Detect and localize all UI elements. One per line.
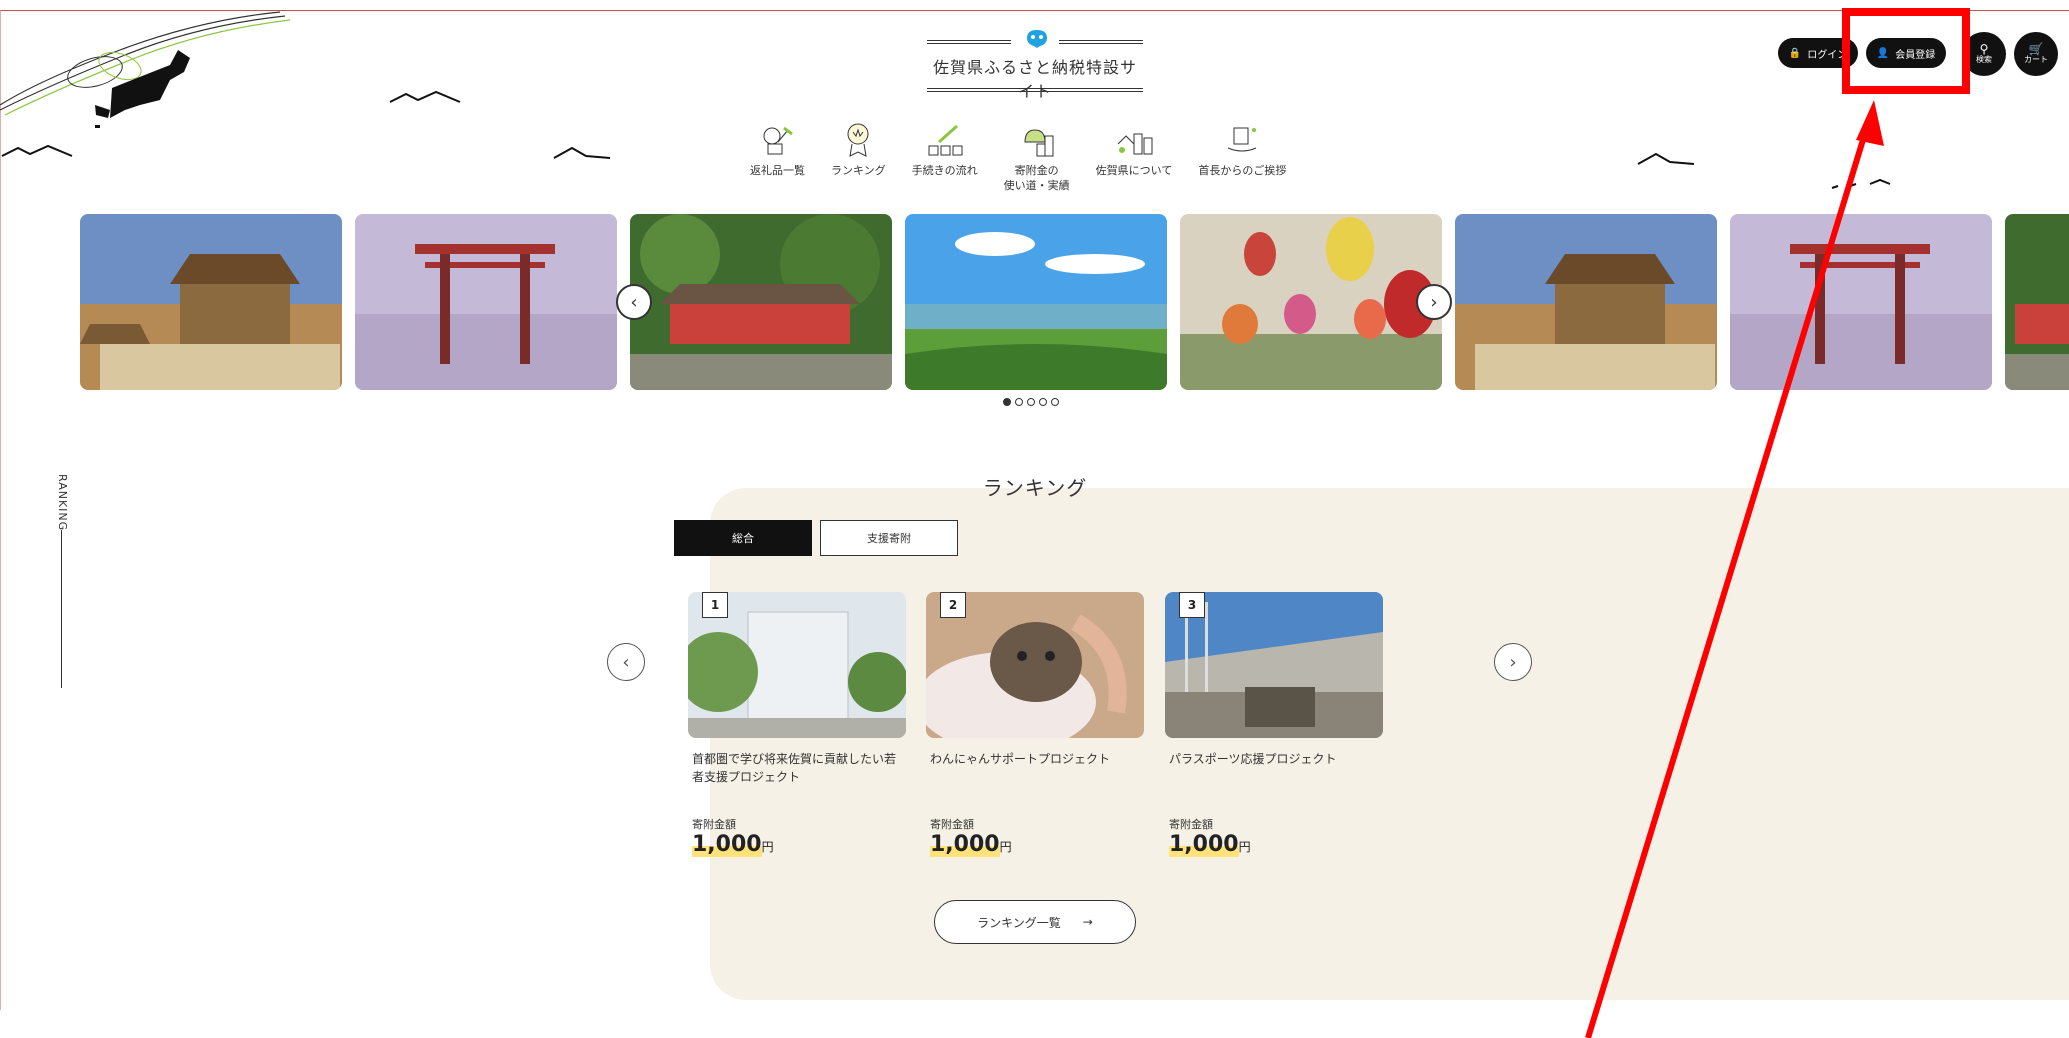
slide-castle-2[interactable]: [1455, 214, 1717, 390]
amount-value: 1,000円: [926, 832, 1144, 857]
slide-torii[interactable]: [355, 214, 617, 390]
chevron-left-icon: ‹: [630, 291, 638, 313]
amount-number: 1,000: [1169, 832, 1239, 857]
card-thumbnail[interactable]: 3: [1165, 592, 1383, 738]
nav-item-about-saga[interactable]: 佐賀県について: [1095, 120, 1173, 194]
nav-item-procedure[interactable]: 手続きの流れ: [912, 120, 978, 194]
mountain-deco-4: [1637, 152, 1695, 165]
ranking-card[interactable]: 2 わんにゃんサポートプロジェクト 寄附金額 1,000円: [926, 592, 1144, 857]
mascot-icon: [1027, 30, 1047, 48]
title-line-top-right-2: [1059, 43, 1143, 44]
chevron-left-icon: ‹: [622, 651, 630, 673]
title-line-top-left-2: [927, 43, 1011, 44]
lock-icon: 🔒: [1788, 47, 1802, 59]
nav-item-gifts[interactable]: 返礼品一覧: [750, 120, 805, 194]
nav-label-ranking: ランキング: [831, 164, 886, 177]
tab-support-donation[interactable]: 支援寄附: [820, 520, 958, 556]
card-title[interactable]: パラスポーツ応援プロジェクト: [1165, 750, 1383, 790]
ranking-card[interactable]: 1 首都圏で学び将来佐賀に貢献したい若者支援プロジェクト 寄附金額 1,000円: [688, 592, 906, 857]
ranking-next-button[interactable]: ›: [1494, 643, 1532, 681]
nav-item-donation-use[interactable]: 寄附金の 使い道・実績: [1004, 120, 1070, 194]
carousel-prev-button[interactable]: ‹: [616, 284, 652, 320]
ranking-panel: [710, 488, 2069, 1000]
ranking-list-button[interactable]: ランキング一覧 →: [934, 900, 1136, 944]
chevron-right-icon: ›: [1509, 651, 1517, 673]
amount-unit: 円: [999, 840, 1012, 854]
town-icon: [1117, 133, 1153, 155]
nav-label-gifts: 返礼品一覧: [750, 164, 805, 177]
cart-button[interactable]: 🛒 カート: [2014, 32, 2058, 76]
amount-unit: 円: [761, 840, 774, 854]
mountain-deco-3: [553, 146, 611, 159]
amount-number: 1,000: [692, 832, 762, 857]
gift-icon: [763, 126, 793, 155]
carousel-dot[interactable]: [1039, 398, 1047, 406]
carousel-dots: [1003, 398, 1059, 406]
site-title-block[interactable]: 佐賀県ふるさと納税特設サイト: [925, 28, 1145, 101]
amount-value: 1,000円: [1165, 832, 1383, 857]
ranking-icon: [847, 123, 869, 157]
slide-torii-2[interactable]: [1730, 214, 1992, 390]
search-label: 検索: [1976, 55, 1992, 65]
card-thumbnail[interactable]: 1: [688, 592, 906, 738]
annotation-highlight-box: [1842, 8, 1970, 94]
carousel-dot[interactable]: [1015, 398, 1023, 406]
cart-label: カート: [2024, 55, 2048, 65]
ranking-list-label: ランキング一覧: [977, 915, 1061, 930]
main-nav: 返礼品一覧 ランキング 手続きの流れ 寄附金の 使い道・実績 佐賀県について 首…: [750, 120, 1286, 194]
rank-badge: 2: [940, 592, 966, 618]
slide-balloons[interactable]: [1180, 214, 1442, 390]
carousel-dot[interactable]: [1027, 398, 1035, 406]
amount-label: 寄附金額: [692, 818, 736, 831]
building-hands-icon: [1228, 127, 1257, 152]
ranking-side-line: [61, 530, 62, 688]
rank-badge: 3: [1179, 592, 1205, 618]
slide-landscape[interactable]: [905, 214, 1167, 390]
arrow-right-icon: →: [1082, 915, 1093, 929]
amount-number: 1,000: [930, 832, 1000, 857]
chevron-right-icon: ›: [1430, 291, 1438, 313]
nav-item-ranking[interactable]: ランキング: [831, 120, 886, 194]
title-line-bottom: [927, 88, 1143, 89]
title-line-bottom-2: [927, 91, 1143, 92]
nav-label-donation-use: 寄附金の 使い道・実績: [1003, 164, 1070, 192]
mountain-deco-5: [1831, 178, 1891, 189]
card-thumbnail[interactable]: 2: [926, 592, 1144, 738]
nav-item-greeting[interactable]: 首長からのご挨拶: [1198, 120, 1286, 194]
rank-badge: 1: [702, 592, 728, 618]
ranking-card[interactable]: 3 パラスポーツ応援プロジェクト 寄附金額 1,000円: [1165, 592, 1383, 857]
money-bag-icon: [1024, 129, 1054, 157]
hero-carousel: ‹ ›: [80, 214, 2069, 390]
slide-shrine-2[interactable]: [2005, 214, 2069, 390]
slide-shrine[interactable]: [630, 214, 892, 390]
mountain-deco-2: [389, 90, 461, 103]
carousel-next-button[interactable]: ›: [1416, 284, 1452, 320]
nav-label-about-saga: 佐賀県について: [1095, 164, 1173, 177]
amount-label: 寄附金額: [1169, 818, 1213, 831]
ranking-prev-button[interactable]: ‹: [607, 643, 645, 681]
mountain-deco-1: [1, 144, 73, 157]
carousel-dot[interactable]: [1003, 398, 1011, 406]
procedure-icon: [928, 124, 963, 156]
site-title: 佐賀県ふるさと納税特設サイト: [932, 58, 1137, 101]
nav-label-procedure: 手続きの流れ: [911, 164, 978, 177]
amount-unit: 円: [1238, 840, 1251, 854]
card-title[interactable]: 首都圏で学び将来佐賀に貢献したい若者支援プロジェクト: [688, 750, 906, 790]
nav-label-greeting: 首長からのご挨拶: [1198, 164, 1287, 177]
slide-castle[interactable]: [80, 214, 342, 390]
card-title[interactable]: わんにゃんサポートプロジェクト: [926, 750, 1144, 790]
ranking-side-label: RANKING: [56, 474, 69, 532]
site-logo[interactable]: [0, 10, 300, 140]
ranking-title: ランキング: [982, 476, 1088, 500]
title-line-top-right: [1059, 40, 1143, 41]
amount-value: 1,000円: [688, 832, 906, 857]
amount-label: 寄附金額: [930, 818, 974, 831]
tab-overall[interactable]: 総合: [674, 520, 812, 556]
title-line-top-left: [927, 40, 1011, 41]
carousel-dot[interactable]: [1051, 398, 1059, 406]
